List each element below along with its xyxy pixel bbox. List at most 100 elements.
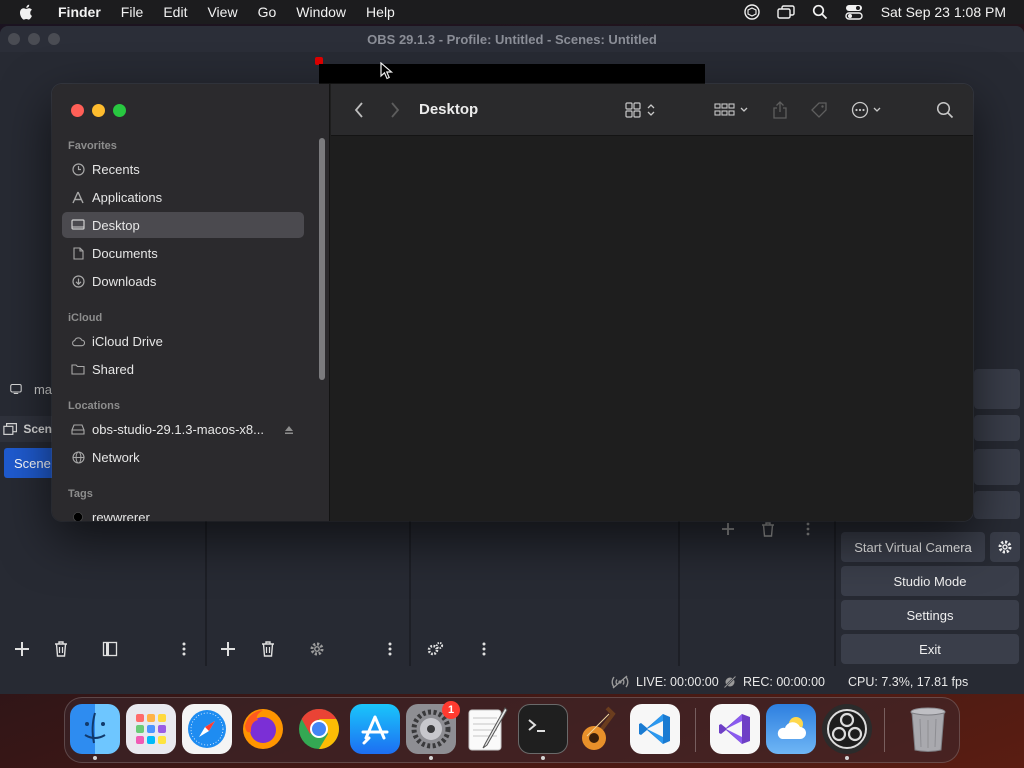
controls-hidden-button[interactable] xyxy=(974,449,1020,485)
dock-obs-studio-icon[interactable] xyxy=(822,704,872,754)
menu-help[interactable]: Help xyxy=(366,4,395,20)
zoom-button[interactable] xyxy=(113,104,126,117)
dock-divider[interactable] xyxy=(678,520,680,666)
sidebar-item-label: Shared xyxy=(92,361,134,377)
finder-file-area[interactable] xyxy=(331,137,973,521)
control-center-icon[interactable] xyxy=(844,3,863,21)
dock-textedit-icon[interactable] xyxy=(462,704,512,754)
sidebar-item-disk-image[interactable]: obs-studio-29.1.3-macos-x8... xyxy=(62,416,304,442)
remove-source-button[interactable] xyxy=(254,637,282,661)
record-disabled-icon xyxy=(723,675,737,689)
back-button[interactable] xyxy=(351,101,367,119)
sidebar-item-applications[interactable]: Applications xyxy=(62,184,304,210)
dock-vscode-icon[interactable] xyxy=(630,704,680,754)
live-timer: LIVE: 00:00:00 xyxy=(636,675,719,689)
sidebar-item-desktop[interactable]: Desktop xyxy=(62,212,304,238)
add-source-button[interactable] xyxy=(214,637,242,661)
dock-visual-studio-icon[interactable] xyxy=(710,704,760,754)
menu-edit[interactable]: Edit xyxy=(163,4,187,20)
search-icon[interactable] xyxy=(934,99,956,121)
remove-scene-button[interactable] xyxy=(47,637,75,661)
dock-divider[interactable] xyxy=(409,520,411,666)
sidebar-item-label: obs-studio-29.1.3-macos-x8... xyxy=(92,421,264,437)
more-actions-icon[interactable] xyxy=(849,99,889,121)
sidebar-item-shared[interactable]: Shared xyxy=(62,356,304,382)
preview-canvas[interactable] xyxy=(319,64,705,84)
obs-zoom-button[interactable] xyxy=(48,33,60,45)
share-icon[interactable] xyxy=(769,99,791,121)
group-by-icon[interactable] xyxy=(712,99,752,121)
dock-trash-icon[interactable] xyxy=(903,704,953,754)
obs-minimize-button[interactable] xyxy=(28,33,40,45)
menu-view[interactable]: View xyxy=(207,4,237,20)
finder-sidebar: Favorites Recents Applications Desktop D… xyxy=(52,84,330,521)
dock-launchpad-icon[interactable] xyxy=(126,704,176,754)
scene-list-item[interactable]: Scene xyxy=(4,448,52,478)
eject-icon[interactable] xyxy=(284,423,294,438)
add-scene-button[interactable] xyxy=(8,637,36,661)
scene-filters-button[interactable] xyxy=(96,637,124,661)
desktop-icon xyxy=(71,218,85,232)
close-button[interactable] xyxy=(71,104,84,117)
downloads-icon xyxy=(71,274,85,288)
dock-chrome-icon[interactable] xyxy=(294,704,344,754)
dock-finder-icon[interactable] xyxy=(70,704,120,754)
dock-firefox-icon[interactable] xyxy=(238,704,288,754)
dock-divider[interactable] xyxy=(205,520,207,666)
obs-titlebar: OBS 29.1.3 - Profile: Untitled - Scenes:… xyxy=(0,26,1024,52)
settings-button[interactable]: Settings xyxy=(841,600,1019,630)
sidebar-item-icloud-drive[interactable]: iCloud Drive xyxy=(62,328,304,354)
sidebar-section-favorites: Favorites xyxy=(68,140,117,152)
menu-app-name[interactable]: Finder xyxy=(58,4,101,20)
menu-go[interactable]: Go xyxy=(258,4,277,20)
forward-button[interactable] xyxy=(387,101,403,119)
virtual-camera-settings-gear-icon[interactable] xyxy=(990,532,1020,562)
controls-hidden-button[interactable] xyxy=(974,415,1020,441)
view-mode-icon[interactable] xyxy=(623,99,661,121)
sidebar-scrollbar[interactable] xyxy=(319,138,325,380)
advanced-audio-gears-icon[interactable] xyxy=(421,637,449,661)
dock-garageband-icon[interactable] xyxy=(574,704,624,754)
controls-hidden-button[interactable] xyxy=(974,369,1020,409)
clock-icon xyxy=(71,162,85,176)
scenes-header-label: Scen xyxy=(23,422,52,436)
dock-system-settings-icon[interactable]: 1 xyxy=(406,701,460,754)
menu-window[interactable]: Window xyxy=(296,4,346,20)
studio-mode-button[interactable]: Studio Mode xyxy=(841,566,1019,596)
menubar-clock[interactable]: Sat Sep 23 1:08 PM xyxy=(881,4,1006,20)
live-status: LIVE: 00:00:00 xyxy=(610,675,719,689)
disk-icon xyxy=(71,422,85,436)
source-properties-gear-icon[interactable] xyxy=(303,637,331,661)
scenes-dock-header: Scen xyxy=(0,416,52,442)
document-icon xyxy=(71,246,85,260)
exit-button[interactable]: Exit xyxy=(841,634,1019,664)
menu-file[interactable]: File xyxy=(121,4,144,20)
finder-window-controls xyxy=(71,104,126,117)
minimize-button[interactable] xyxy=(92,104,105,117)
dock-divider[interactable] xyxy=(834,520,836,666)
controls-hidden-button[interactable] xyxy=(974,491,1020,519)
screen-mirroring-icon[interactable] xyxy=(776,3,795,21)
sidebar-item-label: Downloads xyxy=(92,273,157,289)
sidebar-item-network[interactable]: Network xyxy=(62,444,304,470)
sidebar-item-tag[interactable]: rewwrerer xyxy=(62,504,304,521)
spotlight-search-icon[interactable] xyxy=(811,3,829,21)
sidebar-item-downloads[interactable]: Downloads xyxy=(62,268,304,294)
openai-icon[interactable] xyxy=(743,3,761,21)
apple-logo-icon[interactable] xyxy=(18,3,36,21)
obs-window-title: OBS 29.1.3 - Profile: Untitled - Scenes:… xyxy=(367,31,657,47)
source-row[interactable]: ma xyxy=(0,374,52,404)
obs-close-button[interactable] xyxy=(8,33,20,45)
mixer-more-menu-button[interactable] xyxy=(470,637,498,661)
sources-more-menu-button[interactable] xyxy=(376,637,404,661)
sidebar-item-documents[interactable]: Documents xyxy=(62,240,304,266)
dock-safari-icon[interactable] xyxy=(182,704,232,754)
scenes-more-menu-button[interactable] xyxy=(170,637,198,661)
dock-weather-icon[interactable] xyxy=(766,704,816,754)
sidebar-item-recents[interactable]: Recents xyxy=(62,156,304,182)
dock-app-store-icon[interactable] xyxy=(350,704,400,754)
start-virtual-camera-button[interactable]: Start Virtual Camera xyxy=(841,532,985,562)
dock-terminal-icon[interactable] xyxy=(518,704,568,754)
dock-separator xyxy=(884,708,885,752)
tag-icon[interactable] xyxy=(807,99,831,121)
